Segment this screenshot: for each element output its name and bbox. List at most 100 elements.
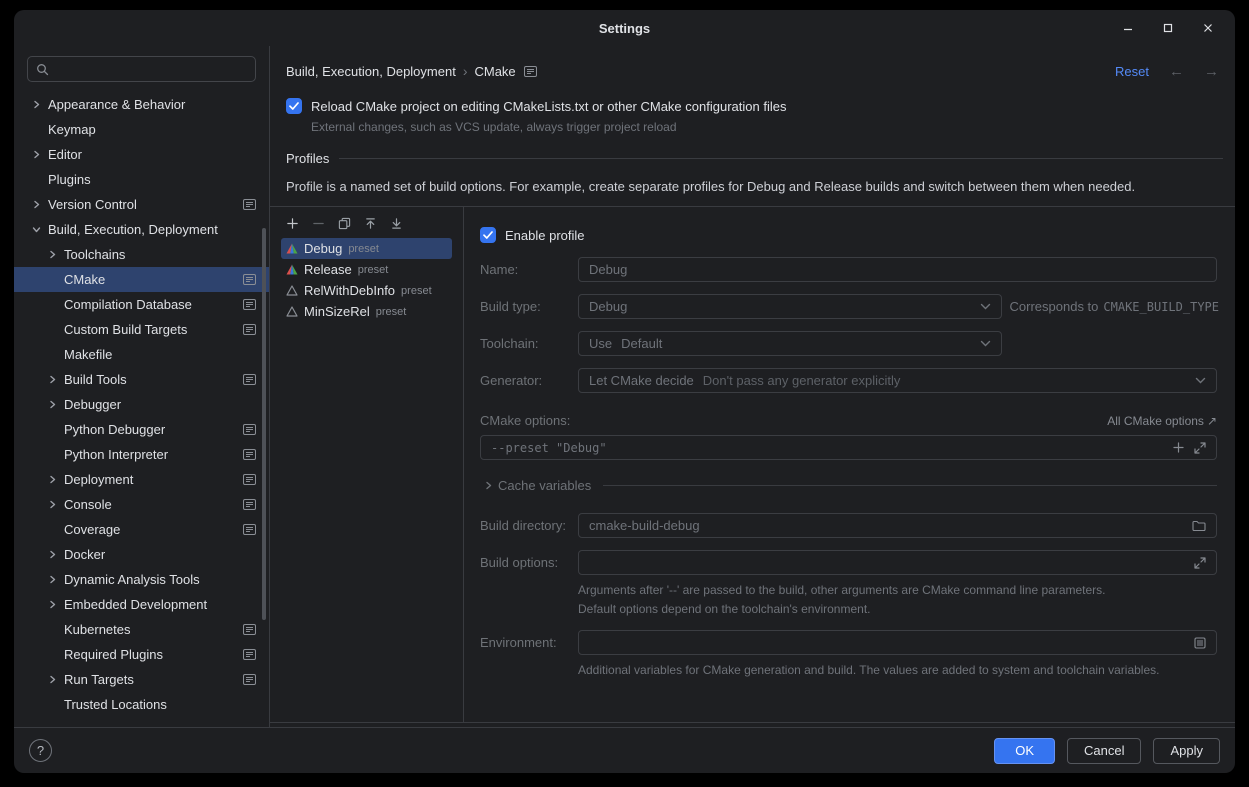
sidebar-item-console[interactable]: Console xyxy=(14,492,269,517)
reset-link[interactable]: Reset xyxy=(1115,64,1149,79)
sidebar-item-python-interpreter[interactable]: Python Interpreter xyxy=(14,442,269,467)
profile-item-minsizerel[interactable]: MinSizeRel preset xyxy=(281,301,452,322)
tree-item-label: Embedded Development xyxy=(60,597,207,612)
profile-item-release[interactable]: Release preset xyxy=(281,259,452,280)
ok-button[interactable]: OK xyxy=(994,738,1055,764)
chevron-right-icon[interactable] xyxy=(44,475,60,484)
sidebar-item-toolchains[interactable]: Toolchains xyxy=(14,242,269,267)
minimize-icon[interactable] xyxy=(1121,21,1135,35)
per-project-icon xyxy=(243,624,256,635)
tree-item-label: Run Targets xyxy=(60,672,134,687)
chevron-right-icon[interactable] xyxy=(44,375,60,384)
profile-item-debug[interactable]: Debug preset xyxy=(281,238,452,259)
cmake-gray-icon xyxy=(286,285,298,296)
breadcrumb-part-parent[interactable]: Build, Execution, Deployment xyxy=(286,64,456,79)
chevron-right-icon[interactable] xyxy=(44,575,60,584)
profile-name: Release xyxy=(304,262,352,277)
sidebar-item-docker[interactable]: Docker xyxy=(14,542,269,567)
close-icon[interactable] xyxy=(1201,21,1215,35)
sidebar-item-cmake[interactable]: CMake xyxy=(14,267,269,292)
reload-cmake-hint: External changes, such as VCS update, al… xyxy=(270,120,1235,134)
sidebar-item-editor[interactable]: Editor xyxy=(14,142,269,167)
external-link-icon: ↗ xyxy=(1207,414,1217,428)
add-icon[interactable] xyxy=(285,216,299,230)
cancel-button[interactable]: Cancel xyxy=(1067,738,1141,764)
copy-icon[interactable] xyxy=(337,216,351,230)
sidebar-item-keymap[interactable]: Keymap xyxy=(14,117,269,142)
chevron-right-icon[interactable] xyxy=(44,550,60,559)
sidebar-item-build-tools[interactable]: Build Tools xyxy=(14,367,269,392)
profile-item-relwithdebinfo[interactable]: RelWithDebInfo preset xyxy=(281,280,452,301)
move-up-icon[interactable] xyxy=(363,216,377,230)
build-type-select: Debug xyxy=(578,294,1002,319)
sidebar-item-required-plugins[interactable]: Required Plugins xyxy=(14,642,269,667)
sidebar-item-trusted-locations[interactable]: Trusted Locations xyxy=(14,692,269,717)
chevron-right-icon[interactable] xyxy=(28,225,44,234)
dropdown-chevron-icon xyxy=(972,303,991,310)
per-project-icon xyxy=(243,274,256,285)
title-bar: Settings xyxy=(14,10,1235,46)
sidebar-scrollbar[interactable] xyxy=(262,228,266,620)
per-project-icon xyxy=(243,524,256,535)
sidebar-item-build-execution-deployment[interactable]: Build, Execution, Deployment xyxy=(14,217,269,242)
chevron-right-icon[interactable] xyxy=(44,400,60,409)
sidebar-item-compilation-database[interactable]: Compilation Database xyxy=(14,292,269,317)
chevron-right-icon[interactable] xyxy=(44,500,60,509)
profiles-list-pane: Debug preset Release preset RelWithDebIn… xyxy=(270,207,464,722)
sidebar-item-plugins[interactable]: Plugins xyxy=(14,167,269,192)
cmake-gray-icon xyxy=(286,306,298,317)
reload-cmake-checkbox[interactable] xyxy=(286,98,302,114)
help-icon[interactable]: ? xyxy=(29,739,52,762)
sidebar-item-dynamic-analysis-tools[interactable]: Dynamic Analysis Tools xyxy=(14,567,269,592)
profiles-toolbar xyxy=(270,207,463,238)
search-box[interactable] xyxy=(27,56,256,82)
all-cmake-options-link[interactable]: All CMake options ↗ xyxy=(1107,414,1217,428)
chevron-right-icon[interactable] xyxy=(44,250,60,259)
remove-icon[interactable] xyxy=(311,216,325,230)
chevron-right-icon[interactable] xyxy=(28,100,44,109)
profiles-list: Debug preset Release preset RelWithDebIn… xyxy=(270,238,463,322)
cmake-options-field: --preset "Debug" xyxy=(480,435,1217,460)
move-down-icon[interactable] xyxy=(389,216,403,230)
sidebar-item-kubernetes[interactable]: Kubernetes xyxy=(14,617,269,642)
chevron-right-icon[interactable] xyxy=(28,200,44,209)
maximize-icon[interactable] xyxy=(1161,21,1175,35)
chevron-right-icon[interactable] xyxy=(44,600,60,609)
forward-arrow-icon[interactable]: → xyxy=(1204,63,1219,80)
generator-label: Generator: xyxy=(480,373,578,388)
build-options-hint: Arguments after '--' are passed to the b… xyxy=(578,581,1178,618)
sidebar-item-embedded-development[interactable]: Embedded Development xyxy=(14,592,269,617)
per-project-icon xyxy=(243,649,256,660)
sidebar-item-coverage[interactable]: Coverage xyxy=(14,517,269,542)
build-options-field xyxy=(578,550,1217,575)
search-input[interactable] xyxy=(55,62,247,77)
dropdown-chevron-icon xyxy=(972,340,991,347)
profiles-panel: Debug preset Release preset RelWithDebIn… xyxy=(270,206,1235,723)
plus-icon xyxy=(1173,442,1184,453)
profile-name: MinSizeRel xyxy=(304,304,370,319)
profile-suffix: preset xyxy=(358,264,389,276)
section-divider xyxy=(339,158,1223,159)
expand-icon xyxy=(1194,557,1206,569)
sidebar-item-appearance-behavior[interactable]: Appearance & Behavior xyxy=(14,92,269,117)
window-title: Settings xyxy=(599,21,650,36)
sidebar-item-python-debugger[interactable]: Python Debugger xyxy=(14,417,269,442)
dialog-footer: ? OK Cancel Apply xyxy=(14,727,1235,773)
tree-item-label: Debugger xyxy=(60,397,121,412)
sidebar-item-version-control[interactable]: Version Control xyxy=(14,192,269,217)
cache-variables-toggle: Cache variables xyxy=(480,478,1217,493)
tree-item-label: CMake xyxy=(60,272,105,287)
build-options-label: Build options: xyxy=(480,555,578,570)
back-arrow-icon[interactable]: ← xyxy=(1169,63,1184,80)
sidebar-item-run-targets[interactable]: Run Targets xyxy=(14,667,269,692)
chevron-right-icon[interactable] xyxy=(28,150,44,159)
name-field: Debug xyxy=(578,257,1217,282)
enable-profile-checkbox[interactable] xyxy=(480,227,496,243)
build-directory-field: cmake-build-debug xyxy=(578,513,1217,538)
sidebar-item-deployment[interactable]: Deployment xyxy=(14,467,269,492)
sidebar-item-debugger[interactable]: Debugger xyxy=(14,392,269,417)
apply-button[interactable]: Apply xyxy=(1153,738,1220,764)
sidebar-item-custom-build-targets[interactable]: Custom Build Targets xyxy=(14,317,269,342)
sidebar-item-makefile[interactable]: Makefile xyxy=(14,342,269,367)
chevron-right-icon[interactable] xyxy=(44,675,60,684)
